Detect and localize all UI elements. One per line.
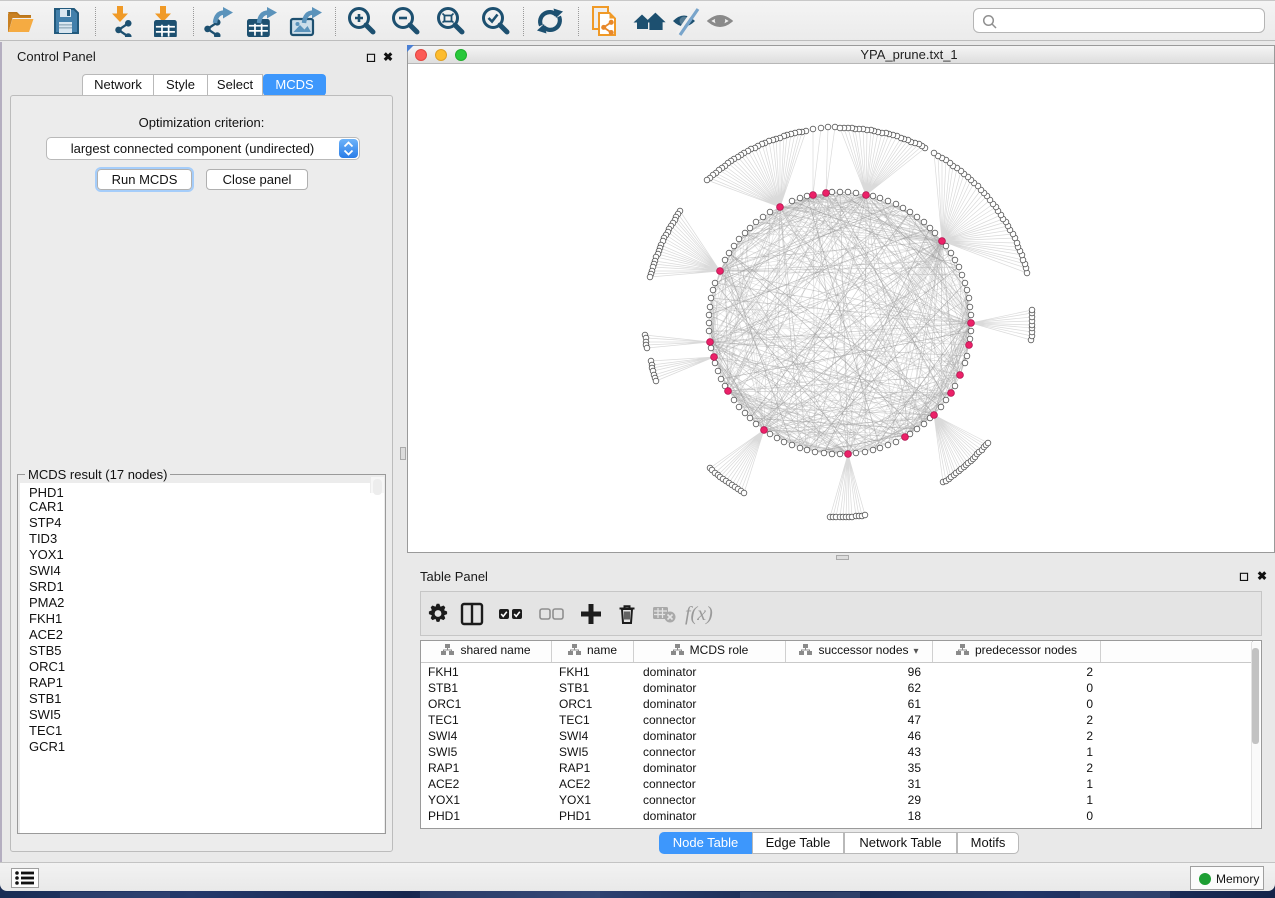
svg-text:f(x): f(x) <box>685 603 713 625</box>
